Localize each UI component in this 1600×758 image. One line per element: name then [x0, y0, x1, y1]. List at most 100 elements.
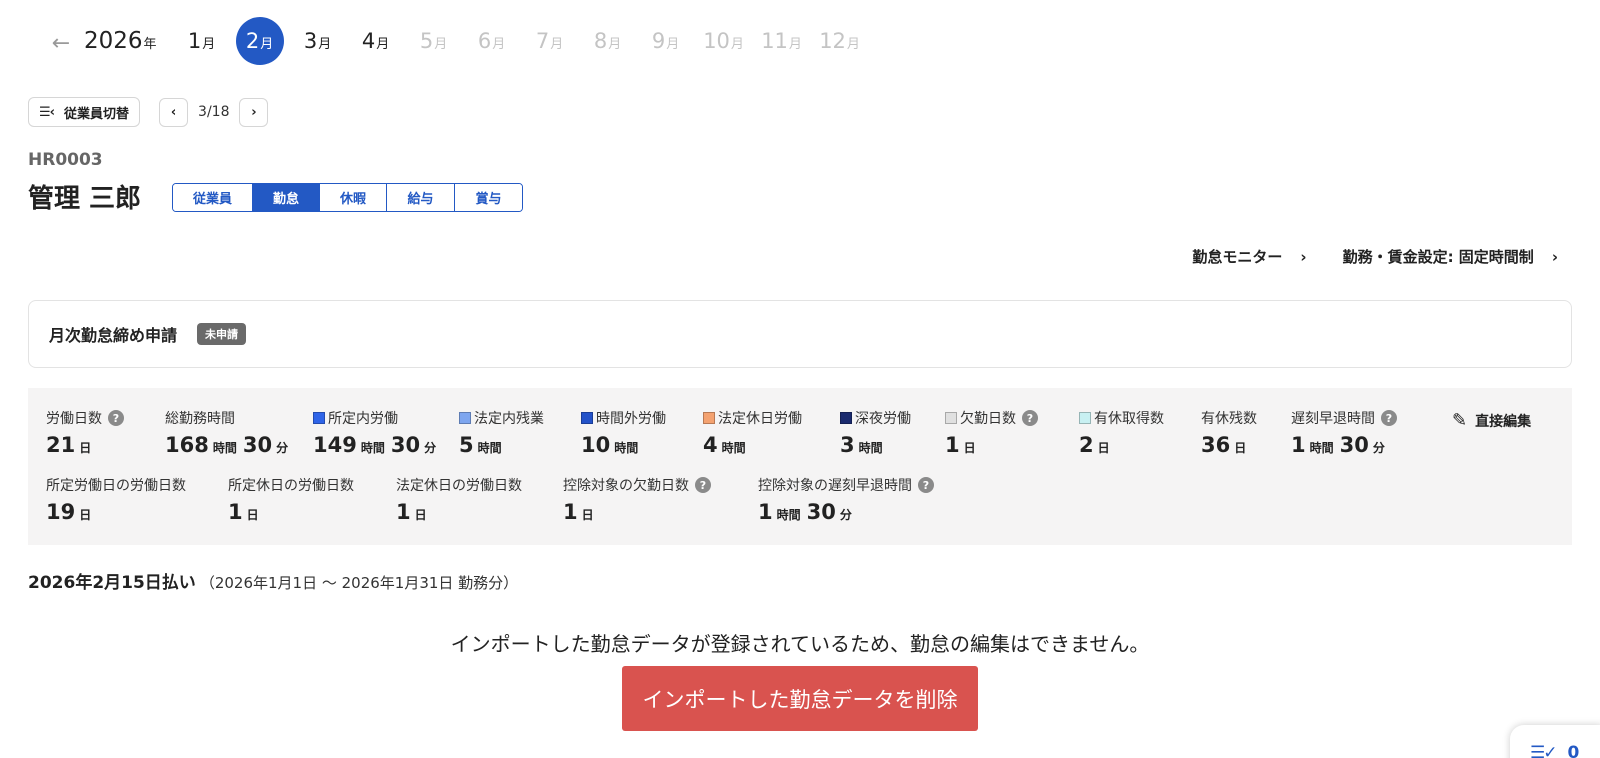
month-7: 7月	[535, 29, 564, 53]
month-6: 6月	[477, 29, 506, 53]
stat-value: 36 日	[1201, 433, 1247, 457]
delete-imported-data-button[interactable]: インポートした勤怠データを削除	[622, 666, 978, 731]
task-count: 0	[1567, 743, 1580, 758]
stat-row1-8: 有休取得数 2 日	[1079, 408, 1164, 457]
pencil-icon: ✎	[1452, 410, 1468, 431]
stat-label: 法定内残業	[459, 408, 544, 428]
chevron-right-icon: ›	[1551, 247, 1558, 266]
stat-label: 法定休日の労働日数	[396, 478, 522, 494]
stat-label: 所定内労働	[313, 408, 442, 428]
stat-label: 総勤務時間	[165, 411, 235, 427]
month-4[interactable]: 4月	[347, 17, 405, 65]
employee-pager-text: 3/18	[198, 104, 230, 120]
legend-swatch	[945, 412, 957, 424]
stat-label: 控除対象の遅刻早退時間?	[758, 475, 934, 495]
month-5: 5月	[419, 29, 448, 53]
month-1[interactable]: 1月	[173, 17, 231, 65]
month-8: 8月	[593, 29, 622, 53]
stat-label: 法定休日労働	[703, 408, 802, 428]
stat-row1-3: 法定内残業 5 時間	[459, 408, 544, 457]
legend-swatch	[581, 412, 593, 424]
year-label: 2026 年	[84, 28, 157, 54]
stat-row1-6: 深夜労働 3 時間	[840, 408, 911, 457]
stat-value: 3 時間	[840, 433, 883, 457]
help-icon[interactable]: ?	[1381, 410, 1397, 426]
monthly-close-title: 月次勤怠締め申請	[49, 326, 178, 345]
tab-employee[interactable]: 従業員	[173, 184, 253, 211]
month-3[interactable]: 3月	[289, 17, 347, 65]
tab-salary[interactable]: 給与	[387, 184, 455, 211]
legend-swatch	[313, 412, 325, 424]
month-list: 1 月 2 月 3 月 4 月 5 月 6 月 7 月 8 月 9 月 10 月 11 月 12 月	[173, 17, 869, 65]
stat-value: 4 時間	[703, 433, 746, 457]
stat-value: 1日	[563, 500, 594, 524]
month-11: 11 月	[761, 29, 802, 53]
legend-swatch	[1079, 412, 1091, 424]
stat-row2-2: 法定休日の労働日数 1 日	[396, 475, 522, 524]
stat-value: 19 日	[46, 500, 92, 524]
month-12: 12 月	[819, 29, 860, 53]
employee-name: 管理 三郎	[28, 184, 142, 214]
stat-label: 控除対象の欠勤日数?	[563, 475, 711, 495]
tab-attendance[interactable]: 勤怠	[253, 184, 320, 211]
employee-switch-button[interactable]: ☰‹ 従業員切替	[28, 97, 141, 127]
stat-row1-10: 遅刻早退時間? 1 時間 30 分	[1291, 408, 1397, 457]
employee-switch-row: ☰‹ 従業員切替 ‹ 3/18 ›	[28, 97, 269, 127]
direct-edit-button[interactable]: ✎ 直接編集	[1452, 410, 1531, 431]
stat-label: 欠勤日数?	[945, 408, 1038, 428]
help-icon[interactable]: ?	[918, 477, 934, 493]
stat-value: 1日	[396, 500, 427, 524]
stat-row2-1: 所定休日の労働日数 1 日	[228, 475, 354, 524]
employee-tabs: 従業員 勤怠 休暇 給与 賞与	[172, 183, 523, 212]
next-employee-button[interactable]: ›	[239, 97, 269, 127]
stat-row2-4: 控除対象の遅刻早退時間? 1 時間 30 分	[758, 475, 934, 524]
previous-employee-button[interactable]: ‹	[159, 97, 189, 127]
stat-value: 1日	[228, 500, 259, 524]
arrow-left-icon[interactable]: ←	[48, 30, 74, 56]
help-icon[interactable]: ?	[695, 477, 711, 493]
month-selector: ← 2026 年 1 月 2 月 3 月 4 月 5 月 6 月 7 月 8 月 9 月 10 月 11 月 12 月	[48, 16, 869, 66]
stat-value: 2日	[1079, 433, 1110, 457]
legend-swatch	[459, 412, 471, 424]
month-9: 9月	[651, 29, 680, 53]
stat-value: 1 時間 30 分	[758, 500, 852, 524]
attendance-summary: ✎ 直接編集 労働日数? 21 日 総勤務時間 168 時間 30 分 所定内労働 149 時間 30…	[28, 388, 1572, 545]
tab-bonus[interactable]: 賞与	[455, 184, 522, 211]
work-wage-settings-link[interactable]: 勤務・賃金設定: 固定時間制 ›	[1343, 246, 1558, 267]
stat-label: 時間外労働	[581, 408, 666, 428]
attendance-monitor-link[interactable]: 勤怠モニター ›	[1192, 246, 1306, 267]
stat-label: 深夜労働	[840, 408, 911, 428]
stat-row1-4: 時間外労働 10 時間	[581, 408, 666, 457]
stat-value: 168 時間 30 分	[165, 433, 289, 457]
employee-code: HR0003	[28, 150, 103, 170]
stat-row1-5: 法定休日労働 4 時間	[703, 408, 802, 457]
help-icon[interactable]: ?	[1022, 410, 1038, 426]
chevron-right-icon: ›	[1300, 247, 1307, 266]
stat-row2-3: 控除対象の欠勤日数? 1 日	[563, 475, 711, 524]
stat-value: 1 時間 30 分	[1291, 433, 1385, 457]
stat-row1-9: 有休残数 36 日	[1201, 408, 1257, 457]
legend-swatch	[840, 412, 852, 424]
stat-row1-1: 総勤務時間 168 時間 30 分	[165, 408, 294, 457]
stat-row2-0: 所定労働日の労働日数 19 日	[46, 475, 186, 524]
stat-label: 有休取得数	[1079, 408, 1164, 428]
list-collapse-icon: ☰‹	[39, 104, 55, 120]
stat-value: 21 日	[46, 433, 92, 457]
stat-label: 労働日数?	[46, 408, 124, 428]
tab-leave[interactable]: 休暇	[320, 184, 387, 211]
edit-locked-notice: インポートした勤怠データが登録されているため、勤怠の編集はできません。	[450, 632, 1150, 656]
monthly-close-card: 月次勤怠締め申請 未申請	[28, 300, 1572, 368]
task-list-widget[interactable]: ☰✓ 0	[1510, 725, 1600, 758]
stat-label: 有休残数	[1201, 411, 1257, 427]
stat-value: 1日	[945, 433, 976, 457]
payment-period: （2026年1月1日 〜 2026年1月31日 勤務分）	[199, 574, 519, 592]
stat-value: 5 時間	[459, 433, 502, 457]
status-badge: 未申請	[197, 323, 247, 345]
stat-label: 所定休日の労働日数	[228, 478, 354, 494]
payment-date: 2026年2月15日払い	[28, 573, 196, 593]
help-icon[interactable]: ?	[108, 410, 124, 426]
month-10: 10 月	[703, 29, 744, 53]
stat-label: 所定労働日の労働日数	[46, 478, 186, 494]
payment-line: 2026年2月15日払い （2026年1月1日 〜 2026年1月31日 勤務分）	[28, 568, 518, 593]
month-2[interactable]: 2月	[235, 17, 284, 65]
